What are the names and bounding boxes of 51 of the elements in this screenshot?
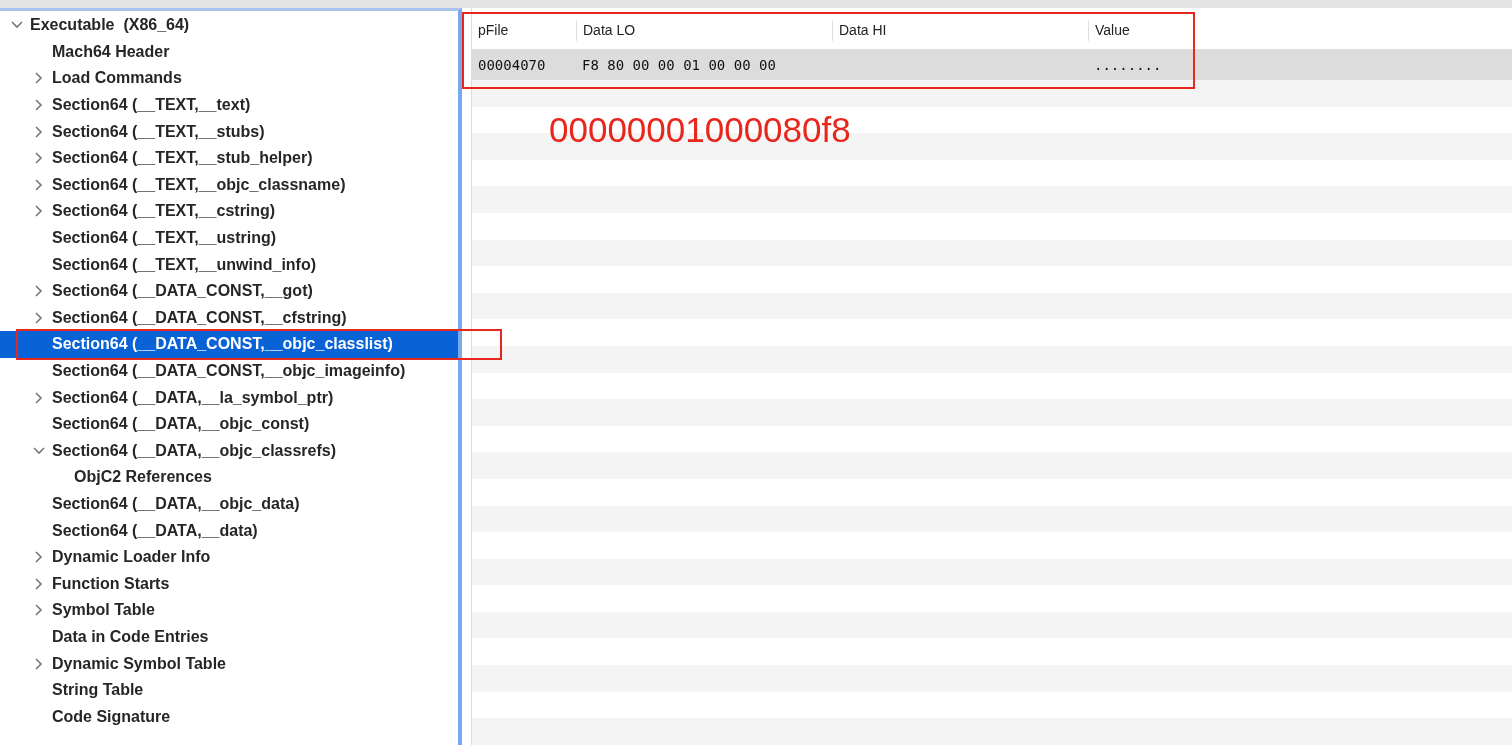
column-header[interactable]: Value (1095, 22, 1130, 38)
column-header[interactable]: pFile (478, 22, 509, 38)
tree-item[interactable]: Dynamic Loader Info (0, 543, 458, 571)
chevron-right-icon[interactable] (35, 152, 43, 165)
tree-item[interactable]: Section64 (__DATA,__objc_classrefs) (0, 437, 458, 465)
tree-item[interactable]: Data in Code Entries (0, 623, 458, 651)
chevron-right-icon[interactable] (35, 657, 43, 670)
tree-item[interactable]: Mach64 Header (0, 38, 458, 66)
tree-item[interactable]: Executable (X86_64) (0, 12, 458, 39)
tree-item[interactable]: Section64 (__DATA,__objc_const) (0, 410, 458, 438)
tree-item[interactable]: Section64 (__TEXT,__ustring) (0, 224, 458, 252)
chevron-right-icon[interactable] (35, 285, 43, 298)
tree-item[interactable]: Section64 (__TEXT,__cstring) (0, 198, 458, 225)
tree-item[interactable]: Section64 (__TEXT,__unwind_info) (0, 251, 458, 278)
table-row[interactable]: 00004070 F8 80 00 00 01 00 00 00 ........ (472, 50, 1512, 80)
chevron-right-icon[interactable] (35, 72, 43, 85)
chevron-down-icon[interactable] (33, 446, 45, 455)
chevron-right-icon[interactable] (35, 205, 43, 218)
tree-item[interactable]: Section64 (__DATA,__objc_data) (0, 490, 458, 518)
tree-item[interactable]: Load Commands (0, 65, 458, 92)
tree-item[interactable]: Section64 (__DATA_CONST,__objc_imageinfo) (0, 357, 458, 385)
tree-item[interactable]: Code Signature (0, 703, 458, 731)
tree-item[interactable]: Section64 (__TEXT,__objc_classname) (0, 171, 458, 199)
tree-item[interactable]: Section64 (__TEXT,__stub_helper) (0, 144, 458, 172)
tree-item[interactable]: Function Starts (0, 570, 458, 598)
tree-item[interactable]: Section64 (__DATA_CONST,__objc_classlist) (0, 331, 458, 358)
tree-item[interactable]: Section64 (__DATA_CONST,__got) (0, 277, 458, 305)
tree-item[interactable]: String Table (0, 676, 458, 704)
tree-item[interactable]: ObjC2 References (0, 464, 458, 491)
chevron-right-icon[interactable] (35, 178, 43, 191)
chevron-right-icon[interactable] (35, 99, 43, 112)
annotation-text: 00000001000080f8 (549, 109, 851, 151)
tree-item[interactable]: Dynamic Symbol Table (0, 650, 458, 677)
chevron-right-icon[interactable] (35, 125, 43, 138)
tree-item[interactable]: Section64 (__DATA,__la_symbol_ptr) (0, 384, 458, 411)
chevron-right-icon[interactable] (35, 604, 43, 617)
column-header[interactable]: Data LO (583, 22, 636, 38)
chevron-down-icon[interactable] (11, 21, 23, 30)
table-cell: 00004070 (478, 57, 546, 73)
tree-item[interactable]: Section64 (__DATA_CONST,__cfstring) (0, 304, 458, 332)
column-header[interactable]: Data HI (839, 22, 887, 38)
chevron-right-icon[interactable] (35, 311, 43, 324)
tree-item[interactable]: Section64 (__TEXT,__stubs) (0, 118, 458, 145)
chevron-right-icon[interactable] (35, 577, 43, 590)
tree-item[interactable]: Symbol Table (0, 597, 458, 624)
chevron-right-icon[interactable] (35, 391, 43, 404)
table-cell: F8 80 00 00 01 00 00 00 (582, 57, 776, 73)
tree-item[interactable]: Section64 (__TEXT,__text) (0, 91, 458, 119)
table-cell: ........ (1094, 57, 1162, 73)
tree-item[interactable]: Section64 (__DATA,__data) (0, 517, 458, 544)
chevron-right-icon[interactable] (35, 551, 43, 564)
